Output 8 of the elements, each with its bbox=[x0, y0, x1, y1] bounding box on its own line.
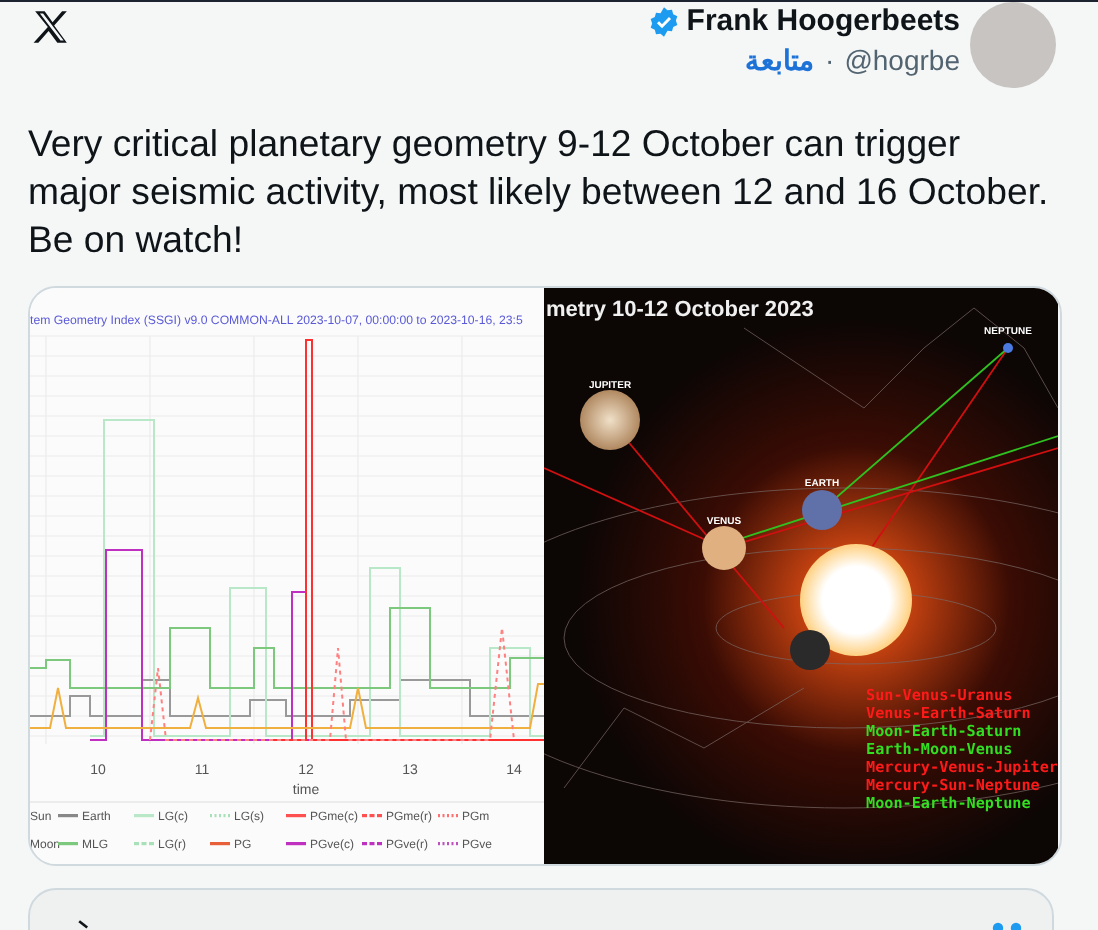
author-name[interactable]: Frank Hoogerbeets bbox=[686, 4, 960, 38]
follow-link[interactable]: متابعة bbox=[745, 44, 816, 76]
chevron-icon[interactable] bbox=[74, 918, 94, 930]
tweet-text: Very critical planetary geometry 9-12 October can trigger major seismic activity, most likely between 12 and 16 October. Be on watch! bbox=[28, 120, 1051, 264]
x-logo-icon[interactable] bbox=[30, 8, 72, 46]
author-handle[interactable]: @hogrbe bbox=[844, 44, 960, 76]
separator: · bbox=[825, 44, 835, 76]
sky-map-title: metry 10-12 October 2023 bbox=[546, 298, 814, 322]
